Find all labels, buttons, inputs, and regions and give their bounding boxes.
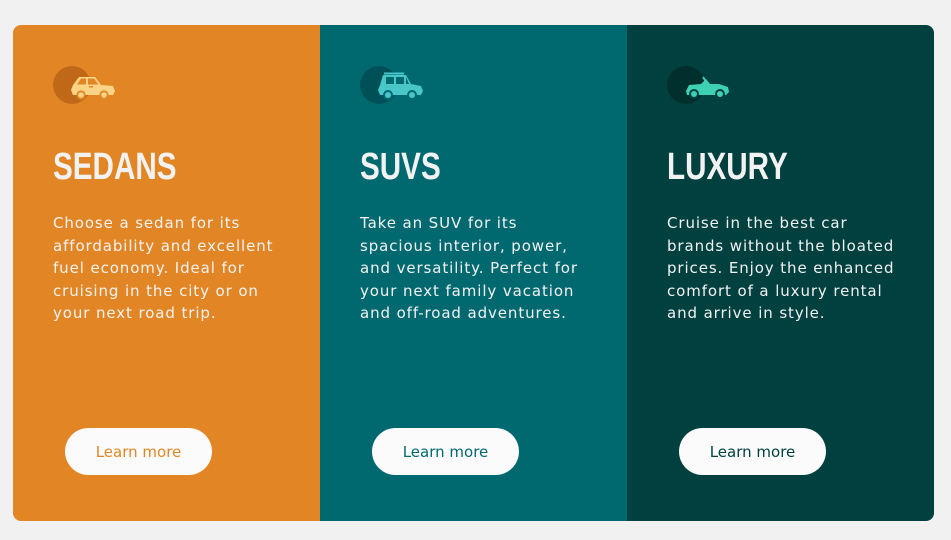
card-description: Choose a sedan for its affordability and…: [53, 214, 274, 323]
card-title: SUVS: [360, 146, 441, 188]
card-description: Cruise in the best car brands without th…: [667, 214, 895, 323]
card-group: SEDANS Choose a sedan for its affordabil…: [13, 25, 934, 521]
luxury-car-icon: [667, 65, 731, 107]
suv-car-icon: [360, 65, 424, 107]
learn-more-button[interactable]: Learn more: [679, 428, 826, 475]
card-description: Take an SUV for its spacious interior, p…: [360, 214, 578, 323]
card-title: SEDANS: [53, 146, 177, 188]
card-title: LUXURY: [667, 146, 788, 188]
learn-more-button[interactable]: Learn more: [372, 428, 519, 475]
card-suvs: SUVS Take an SUV for its spacious interi…: [320, 25, 627, 521]
card-sedans: SEDANS Choose a sedan for its affordabil…: [13, 25, 320, 521]
sedan-car-icon: [53, 65, 117, 107]
card-luxury: LUXURY Cruise in the best car brands wit…: [627, 25, 934, 521]
learn-more-button[interactable]: Learn more: [65, 428, 212, 475]
